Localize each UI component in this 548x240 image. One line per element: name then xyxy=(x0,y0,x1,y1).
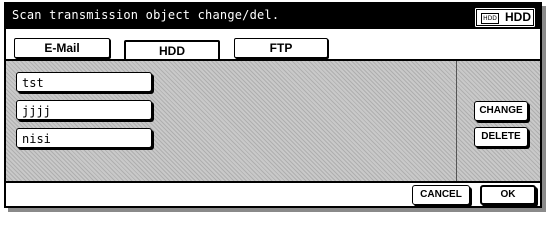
destination-item-nisi[interactable]: nisi xyxy=(16,128,152,148)
tab-email[interactable]: E-Mail xyxy=(14,38,110,58)
tab-strip: E-Mail HDD FTP xyxy=(6,29,540,62)
hdd-destination-screen: Scan transmission object change/del. HDD… xyxy=(0,0,548,212)
page-title: Scan transmission object change/del. xyxy=(12,8,280,22)
hdd-icon: HDD xyxy=(481,13,499,24)
destination-item-jjjj[interactable]: jjjj xyxy=(16,100,152,120)
cancel-button[interactable]: CANCEL xyxy=(412,185,470,205)
title-bar: Scan transmission object change/del. HDD… xyxy=(6,4,540,29)
ok-button[interactable]: OK xyxy=(480,185,536,205)
delete-button[interactable]: DELETE xyxy=(474,127,528,147)
panel-divider xyxy=(456,61,457,183)
footer-bar: CANCEL OK xyxy=(6,181,540,206)
dialog-frame: Scan transmission object change/del. HDD… xyxy=(4,2,542,208)
hdd-mode-indicator: HDD HDD xyxy=(474,7,536,28)
change-button[interactable]: CHANGE xyxy=(474,101,528,121)
mode-label: HDD xyxy=(505,10,531,24)
destination-item-tst[interactable]: tst xyxy=(16,72,152,92)
tab-ftp[interactable]: FTP xyxy=(234,38,328,58)
destination-list-panel: tst jjjj nisi CHANGE DELETE xyxy=(6,59,540,183)
